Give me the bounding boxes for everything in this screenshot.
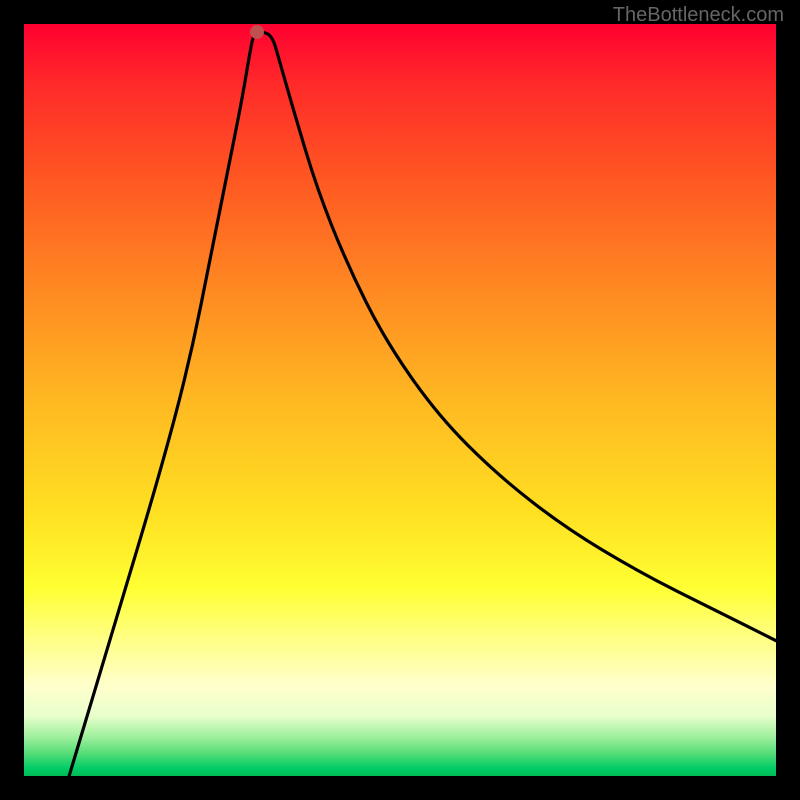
curve-svg	[24, 24, 776, 776]
watermark-text: TheBottleneck.com	[613, 4, 784, 27]
minimum-marker	[250, 25, 264, 39]
bottleneck-curve-path	[69, 32, 776, 776]
plot-area	[24, 24, 776, 776]
